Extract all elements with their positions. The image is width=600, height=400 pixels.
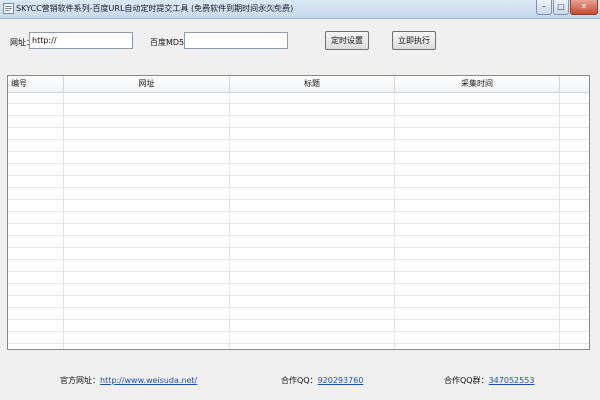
app-icon xyxy=(3,3,14,14)
partner-qq-group-link[interactable]: 347052553 xyxy=(489,376,535,385)
maximize-icon[interactable]: □ xyxy=(553,0,569,15)
url-input[interactable]: http:// xyxy=(29,32,133,49)
window-title: SKYCC营销软件系列-百度URL自动定时提交工具 (免费软件到期时间永久免费) xyxy=(16,4,294,13)
md5-label: 百度MD5? xyxy=(150,38,189,47)
column-divider xyxy=(394,92,395,349)
partner-qq-group: 合作QQ群：347052553 xyxy=(444,375,534,386)
column-header-title[interactable]: 标题 xyxy=(230,76,395,92)
official-site-link[interactable]: http://www.weisuda.net/ xyxy=(100,376,197,385)
official-site-label: 官方网址： xyxy=(60,376,100,385)
close-icon[interactable]: ✕ xyxy=(570,0,598,15)
column-divider xyxy=(559,92,560,349)
minimize-icon[interactable]: – xyxy=(536,0,552,15)
column-divider xyxy=(229,92,230,349)
table-body[interactable] xyxy=(8,92,589,349)
partner-qq: 合作QQ：920293760 xyxy=(281,375,363,386)
run-now-button[interactable]: 立即执行 xyxy=(392,31,436,50)
title-bar[interactable]: SKYCC营销软件系列-百度URL自动定时提交工具 (免费软件到期时间永久免费)… xyxy=(0,0,600,19)
partner-qq-group-label: 合作QQ群： xyxy=(444,376,489,385)
column-header-url[interactable]: 网址 xyxy=(64,76,230,92)
column-divider xyxy=(63,92,64,349)
column-header-id[interactable]: 编号 xyxy=(8,76,64,92)
column-header-time[interactable]: 采集时间 xyxy=(395,76,560,92)
official-site: 官方网址：http://www.weisuda.net/ xyxy=(60,375,197,386)
table-header: 编号 网址 标题 采集时间 xyxy=(8,76,589,93)
window-title-ghost: 百度推 xyxy=(262,4,283,12)
partner-qq-link[interactable]: 920293760 xyxy=(318,376,364,385)
partner-qq-label: 合作QQ： xyxy=(281,376,318,385)
schedule-button[interactable]: 定时设置 xyxy=(325,31,369,50)
md5-input[interactable] xyxy=(184,32,288,49)
results-table[interactable]: 编号 网址 标题 采集时间 xyxy=(7,75,590,350)
